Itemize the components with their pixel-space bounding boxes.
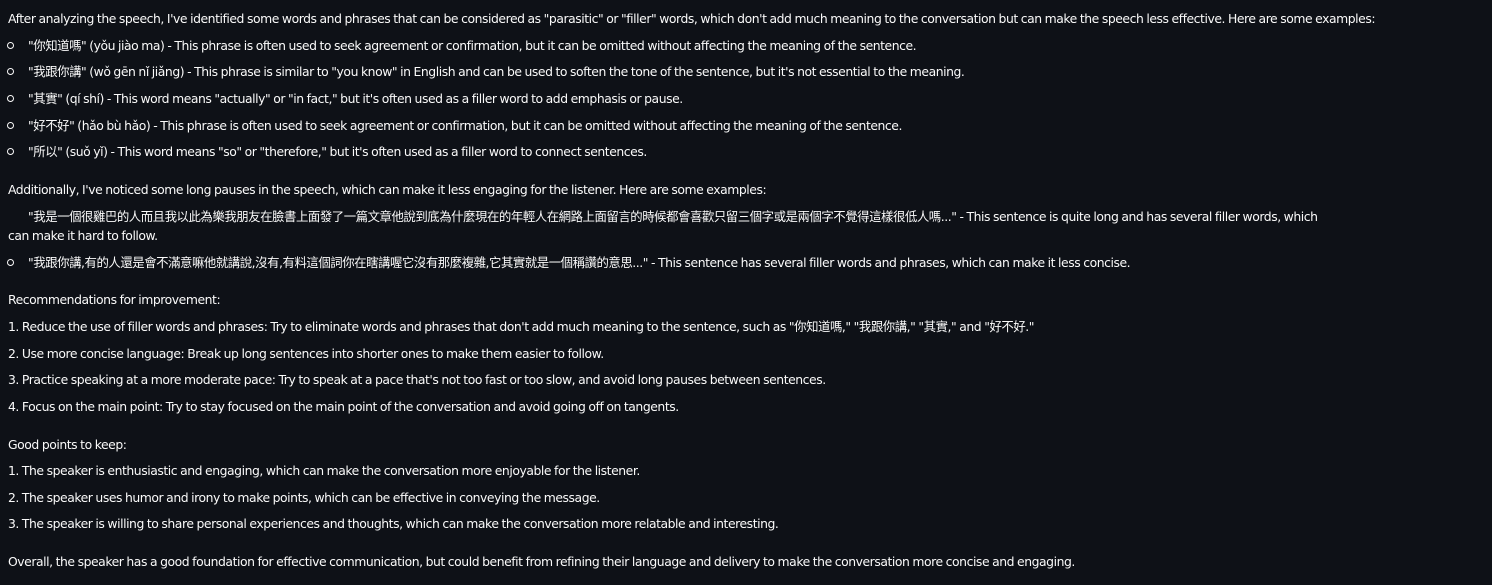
- filler-example-item: "好不好" (hǎo bù hǎo) - This phrase is ofte…: [7, 116, 1482, 136]
- pause-example-item: "我跟你講,有的人還是會不滿意嘛他就講說,沒有,有料這個詞你在瞎講喔它沒有那麼複…: [7, 253, 1482, 273]
- good-point-item: 2. The speaker uses humor and irony to m…: [8, 490, 600, 505]
- recommendation-item: 2. Use more concise language: Break up l…: [8, 346, 604, 361]
- pause-example-item: "我是一個很雞巴的人而且我以此為樂我朋友在臉書上面發了一篇文章他說到底為什麼現在…: [28, 207, 1482, 227]
- recommendations-heading: Recommendations for improvement:: [8, 292, 221, 307]
- chat-response: After analyzing the speech, I've identif…: [0, 0, 1492, 585]
- recommendation-item: 4. Focus on the main point: Try to stay …: [8, 399, 679, 414]
- filler-example-item: "我跟你講" (wǒ gēn nǐ jiǎng) - This phrase i…: [7, 62, 1482, 82]
- pause-example-continuation: can make it hard to follow.: [8, 228, 158, 243]
- good-points-heading: Good points to keep:: [8, 437, 127, 452]
- good-point-item: 1. The speaker is enthusiastic and engag…: [8, 463, 640, 478]
- overall-paragraph: Overall, the speaker has a good foundati…: [8, 554, 1075, 569]
- recommendation-item: 1. Reduce the use of filler words and ph…: [8, 319, 1035, 334]
- intro-paragraph: After analyzing the speech, I've identif…: [8, 11, 1376, 26]
- good-point-item: 3. The speaker is willing to share perso…: [8, 516, 779, 531]
- filler-example-item: "你知道嗎" (yǒu jiào ma) - This phrase is of…: [7, 36, 1482, 56]
- recommendation-item: 3. Practice speaking at a more moderate …: [8, 372, 826, 387]
- pauses-intro-paragraph: Additionally, I've noticed some long pau…: [8, 182, 767, 197]
- filler-example-item: "其實" (qí shí) - This word means "actuall…: [7, 89, 1482, 109]
- filler-example-item: "所以" (suǒ yǐ) - This word means "so" or …: [7, 142, 1482, 162]
